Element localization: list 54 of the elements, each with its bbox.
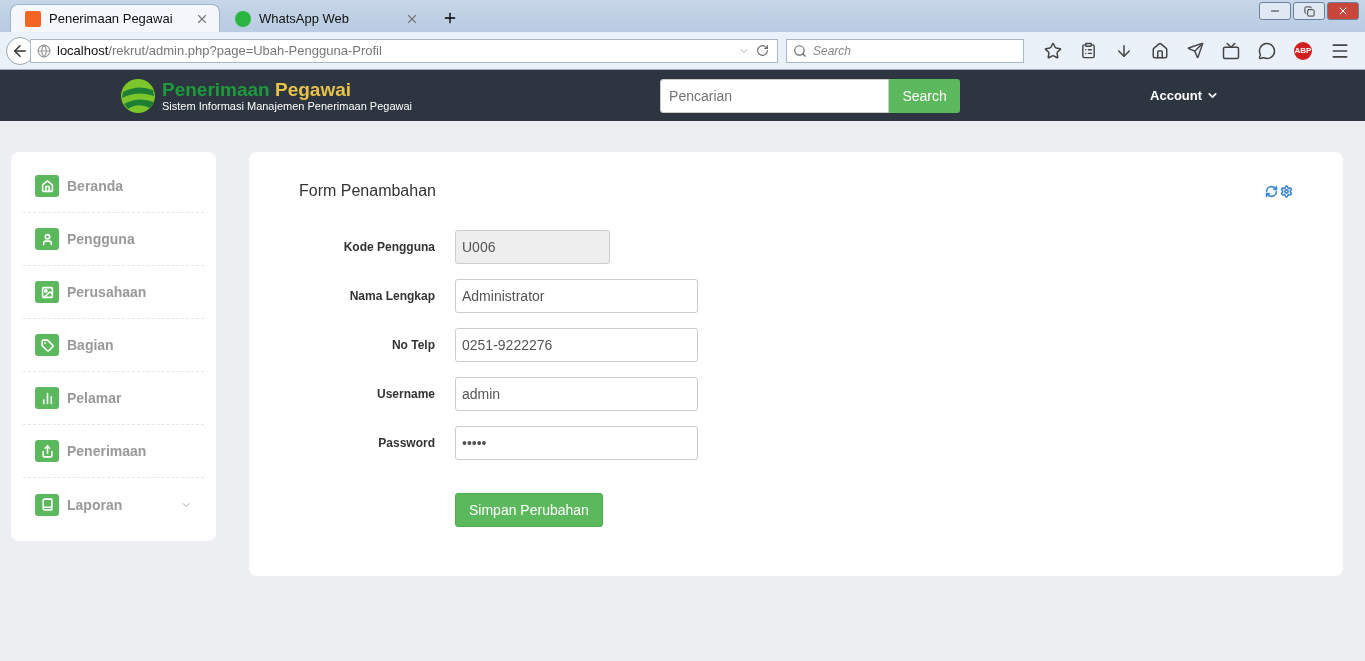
field-label: Nama Lengkap [348, 288, 435, 303]
globe-icon [37, 43, 51, 58]
search-icon [793, 43, 807, 58]
chat-icon[interactable] [1258, 41, 1276, 60]
field-label: Password [377, 435, 435, 450]
field-label: Username [375, 386, 435, 401]
minimize-button[interactable] [1259, 2, 1291, 20]
close-button[interactable] [1327, 2, 1359, 20]
address-bar[interactable]: localhost/rekrut/admin.php?page=Ubah-Pengguna-Profil [30, 38, 778, 63]
sidebar-item[interactable]: Bagian [67, 337, 192, 353]
password-field[interactable]: ••••• [455, 425, 698, 460]
restore-icon [1303, 5, 1315, 17]
star-icon[interactable] [1044, 41, 1062, 60]
reload-icon[interactable] [756, 44, 769, 57]
book-icon [35, 493, 59, 516]
browser-tab[interactable]: WhatsApp Web [220, 4, 430, 32]
paper-plane-icon[interactable] [1187, 42, 1204, 59]
home-icon [35, 175, 59, 197]
sidebar-item[interactable]: Pengguna [67, 231, 192, 247]
field-label: Kode Pengguna [342, 239, 435, 254]
account-menu[interactable]: Account [1144, 87, 1226, 104]
user-icon [35, 228, 59, 250]
share-icon [35, 440, 59, 462]
sidebar-item[interactable]: Perusahaan [67, 284, 192, 300]
input-field[interactable]: U006 [455, 229, 610, 264]
tv-icon[interactable] [1222, 41, 1240, 60]
input-field[interactable]: admin [455, 376, 698, 411]
xampp-icon [25, 10, 41, 27]
browser-tab[interactable]: Penerimaan Pegawai [10, 4, 220, 32]
input-field[interactable]: 0251-9222276 [455, 327, 698, 362]
field-label: No Telp [390, 337, 435, 352]
close-icon [1337, 5, 1349, 17]
globe-logo-icon [120, 77, 156, 114]
chat-bubble-icon [235, 10, 251, 27]
new-tab-icon[interactable] [442, 10, 458, 26]
form-title: Form Penambahan [299, 182, 436, 200]
brand-title: Penerimaan Pegawai [162, 79, 353, 100]
home-icon[interactable] [1151, 41, 1169, 60]
bar-chart-icon [35, 387, 59, 409]
input-field[interactable]: Administrator [455, 278, 698, 313]
tag-icon [35, 334, 59, 356]
browser-search-field[interactable]: Search [786, 38, 1024, 63]
sidebar-item[interactable]: Pelamar [67, 390, 192, 406]
clipboard-icon[interactable] [1080, 42, 1097, 59]
refresh-icon[interactable] [1265, 184, 1278, 198]
restore-button[interactable] [1293, 2, 1325, 20]
brand-tagline: Sistem Informasi Manajemen Penerimaan Pegawai [162, 99, 413, 112]
sidebar-item[interactable]: Beranda [67, 178, 192, 194]
adblock-button[interactable]: ABP [1294, 41, 1312, 60]
search-field[interactable]: Pencarian [660, 78, 890, 113]
sidebar-item[interactable]: Laporan [67, 496, 172, 513]
settings-icon[interactable] [1280, 184, 1293, 198]
sidebar-item[interactable]: Penerimaan [67, 443, 192, 459]
image-icon [35, 281, 59, 303]
